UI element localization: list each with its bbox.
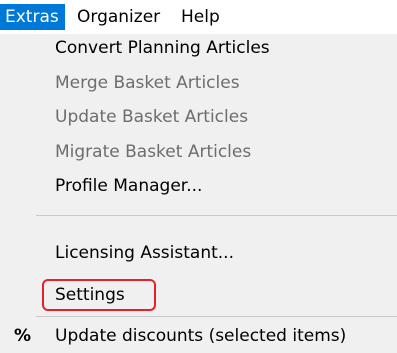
menu-extras[interactable]: Extras [0, 4, 65, 30]
menu-item-licensing-assistant[interactable]: Licensing Assistant... [55, 237, 234, 269]
menu-item-settings[interactable]: Settings [55, 279, 125, 311]
menu-item-merge-basket-articles[interactable]: Merge Basket Articles [55, 67, 240, 99]
menu-bar: Extras Organizer Help [0, 0, 397, 34]
menu-item-update-basket-articles[interactable]: Update Basket Articles [55, 101, 248, 133]
percent-icon: % [14, 326, 32, 346]
menu-item-update-discounts[interactable]: Update discounts (selected items) [55, 320, 346, 352]
menu-separator [36, 215, 397, 216]
menu-item-profile-manager[interactable]: Profile Manager... [55, 170, 202, 202]
menu-organizer[interactable]: Organizer [72, 4, 165, 30]
menu-item-migrate-basket-articles[interactable]: Migrate Basket Articles [55, 136, 251, 168]
extras-dropdown-menu: Convert Planning Articles Merge Basket A… [0, 34, 397, 353]
menu-help[interactable]: Help [176, 4, 225, 30]
menu-item-convert-planning-articles[interactable]: Convert Planning Articles [55, 32, 270, 64]
menu-separator [36, 316, 397, 317]
